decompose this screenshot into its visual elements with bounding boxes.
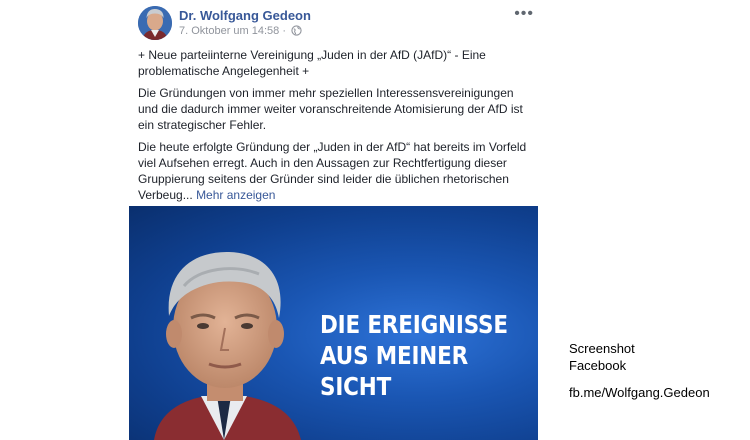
post-timestamp[interactable]: 7. Oktober um 14:58 [179, 25, 279, 37]
post-paragraph: + Neue parteiinterne Vereinigung „Juden … [138, 48, 486, 78]
post-paragraph: Die Gründungen von immer mehr speziellen… [138, 86, 523, 132]
see-more-link[interactable]: Mehr anzeigen [196, 188, 275, 202]
post-paragraph: Die heute erfolgte Gründung der „Juden i… [138, 139, 533, 203]
post-text: + Neue parteiinterne Vereinigung „Juden … [138, 47, 533, 209]
source-caption: Screenshot Facebook fb.me/Wolfgang.Gedeo… [569, 340, 710, 401]
author-avatar[interactable] [138, 6, 172, 40]
globe-icon [291, 25, 302, 39]
caption-line: Screenshot [569, 341, 635, 356]
caption-source: fb.me/Wolfgang.Gedeon [569, 385, 710, 400]
more-options-icon[interactable]: ••• [514, 5, 534, 23]
author-name[interactable]: Dr. Wolfgang Gedeon [179, 8, 311, 23]
headline-line: AUS MEINER [320, 341, 469, 370]
portrait-photo [154, 251, 301, 440]
caption-line: Facebook [569, 358, 627, 373]
headline-line: DIE EREIGNISSE [320, 310, 508, 339]
post-image[interactable]: DIE EREIGNISSE AUS MEINER SICHT [129, 206, 538, 440]
headline-line: SICHT [320, 372, 392, 401]
post-meta: 7. Oktober um 14:58 · [179, 25, 302, 39]
post-header: Dr. Wolfgang Gedeon 7. Oktober um 14:58 … [129, 0, 538, 44]
avatar-photo [138, 6, 172, 40]
meta-separator: · [282, 25, 287, 37]
facebook-post: Dr. Wolfgang Gedeon 7. Oktober um 14:58 … [129, 0, 538, 440]
image-headline: DIE EREIGNISSE AUS MEINER SICHT [320, 309, 508, 402]
